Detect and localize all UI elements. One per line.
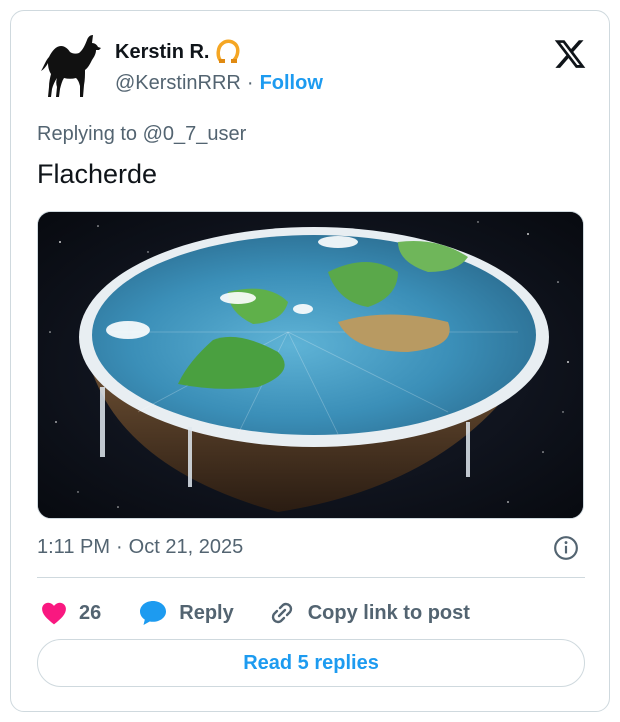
- tweet-time: 1:11 PM: [37, 536, 110, 558]
- heart-icon: [42, 602, 66, 625]
- like-count: 26: [79, 601, 102, 624]
- divider: [37, 577, 585, 578]
- info-icon[interactable]: [553, 535, 579, 561]
- camel-icon[interactable]: [35, 35, 105, 105]
- link-icon: [271, 602, 292, 624]
- copy-link-button[interactable]: Copy link to post: [268, 599, 470, 627]
- tweet-card: Kerstin R. @KerstinRRR · Follow Replying…: [10, 10, 610, 712]
- reply-prefix: Replying to: [37, 123, 138, 145]
- flat-earth-image: [38, 212, 583, 518]
- separator: ·: [246, 72, 254, 94]
- x-logo-icon[interactable]: [553, 37, 587, 71]
- tweet-timestamp[interactable]: 1:11 PM · Oct 21, 2025: [37, 536, 243, 559]
- reply-button[interactable]: Reply: [139, 600, 234, 626]
- read-replies-button[interactable]: Read 5 replies: [37, 639, 585, 687]
- like-button[interactable]: 26: [41, 601, 101, 625]
- tweet-header: Kerstin R. @KerstinRRR · Follow: [35, 35, 587, 105]
- tweet-text: Flacherde: [37, 159, 158, 189]
- separator: ·: [116, 536, 123, 558]
- action-bar: 26 Reply Copy link to post: [41, 595, 470, 631]
- reply-mention[interactable]: @0_7_user: [143, 123, 247, 145]
- tweet-date: Oct 21, 2025: [128, 536, 244, 558]
- reply-context: Replying to @0_7_user: [37, 123, 246, 146]
- speech-bubble-icon: [140, 601, 167, 625]
- handle-row: @KerstinRRR · Follow: [115, 72, 323, 95]
- tweet-media[interactable]: [37, 211, 584, 519]
- reply-label: Reply: [179, 601, 234, 624]
- copy-link-label: Copy link to post: [307, 601, 470, 624]
- horseshoe-badge-icon: [216, 39, 240, 63]
- handle[interactable]: @KerstinRRR: [115, 72, 241, 95]
- follow-button[interactable]: Follow: [260, 72, 323, 95]
- name-row: Kerstin R.: [115, 39, 241, 65]
- display-name[interactable]: Kerstin R.: [115, 41, 209, 64]
